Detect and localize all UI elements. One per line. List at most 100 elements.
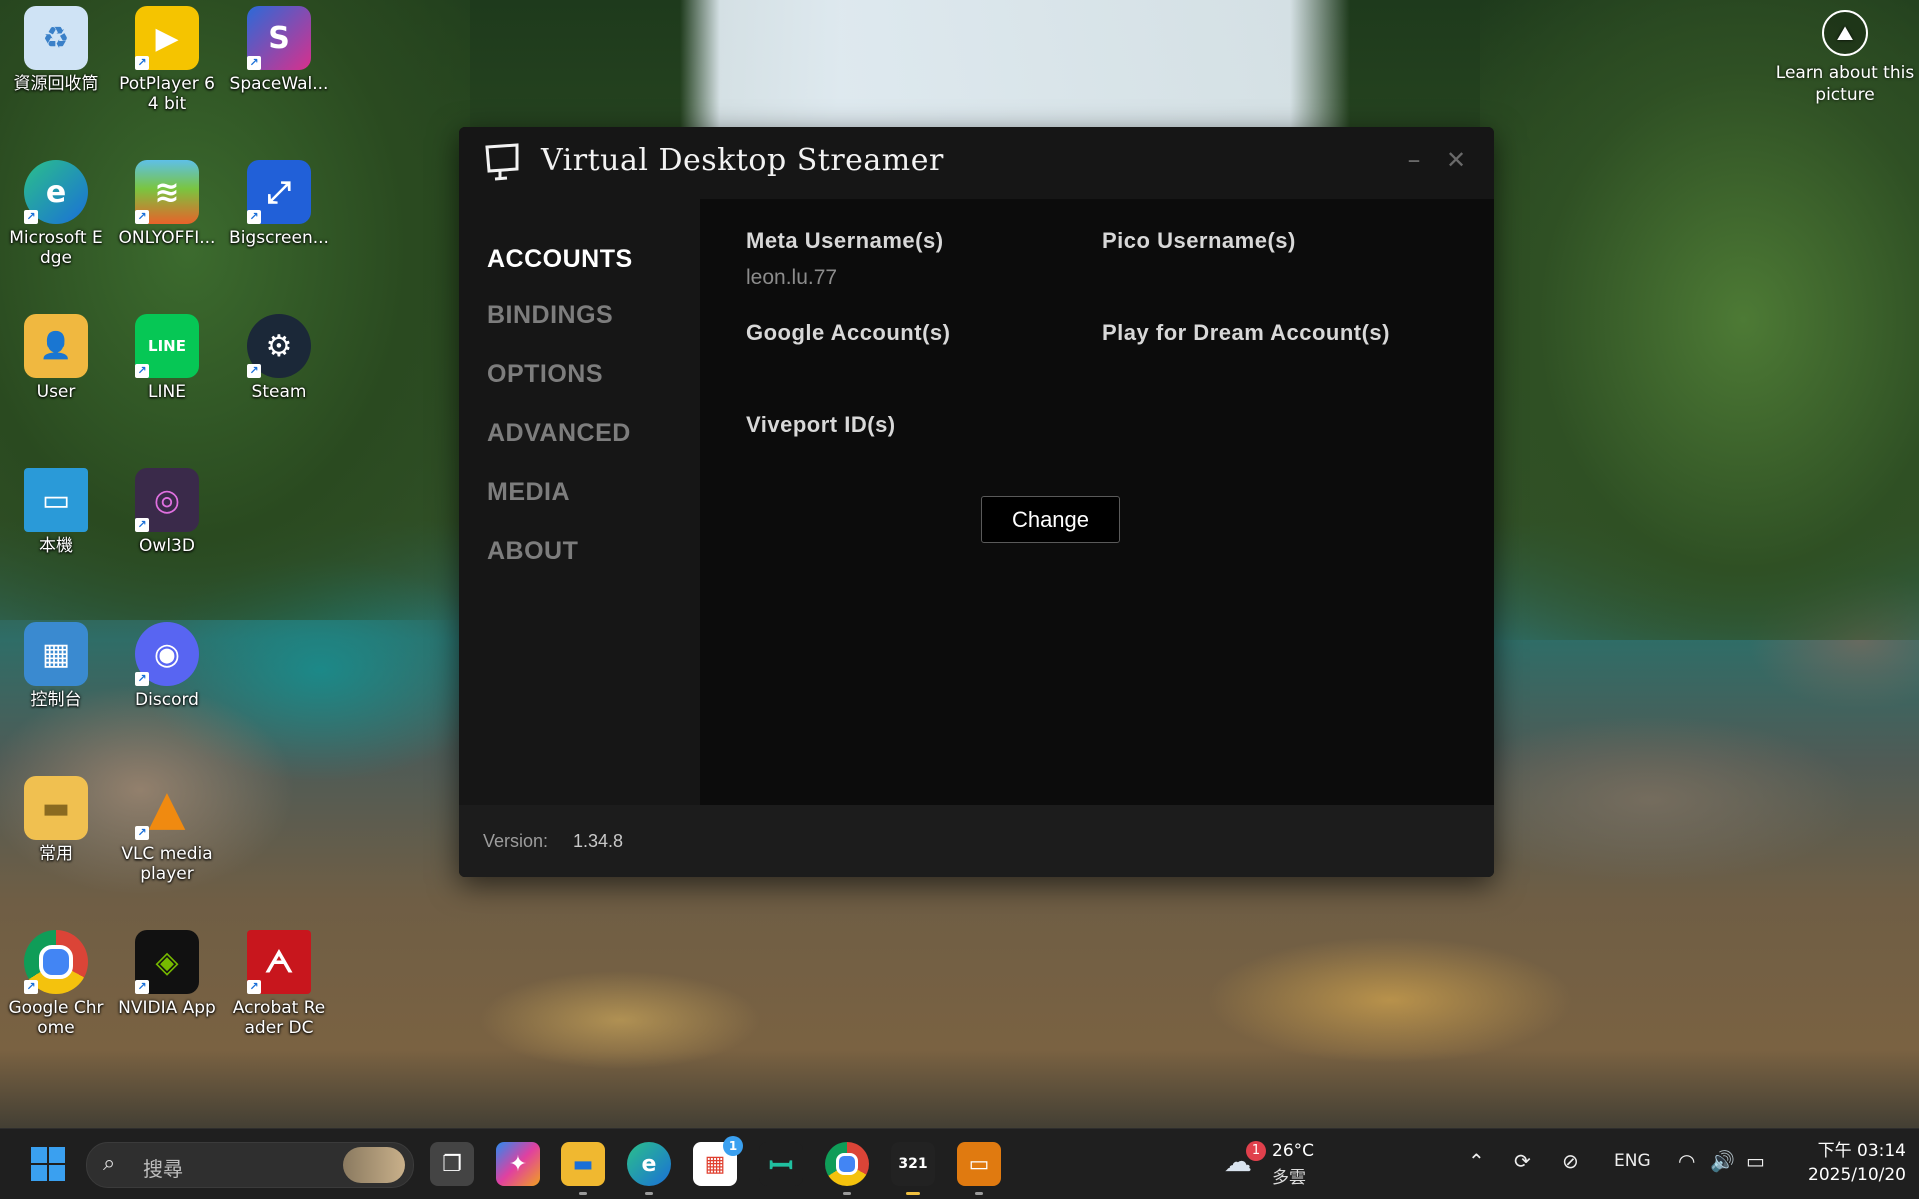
desktop: ♻ 資源回收筒 ▶ ↗ PotPlayer 64 bit S ↗ SpaceWal.…	[0, 0, 1919, 1199]
nav-item-accounts[interactable]: ACCOUNTS	[487, 245, 633, 274]
close-button[interactable]: ✕	[1441, 145, 1471, 175]
meta-username-label: Meta Username(s)	[746, 228, 944, 253]
weather-widget[interactable]: ☁ 1 26°C 多雲	[1224, 1139, 1344, 1189]
app-icon: ꟷ	[768, 1148, 794, 1184]
desktop-icon-potplayer[interactable]: ▶ ↗ PotPlayer 64 bit	[117, 6, 217, 114]
start-button[interactable]	[26, 1142, 70, 1186]
desktop-icon-label: 資源回收筒	[13, 74, 99, 94]
desktop-icon-onlyoffice[interactable]: ≋ ↗ ONLYOFFI...	[117, 160, 217, 248]
media-player-icon: 321	[898, 1156, 928, 1172]
search-highlight-icon	[343, 1147, 405, 1183]
desktop-icon-label: VLC media player	[121, 844, 213, 884]
discord-icon: ◉ ↗	[135, 622, 199, 686]
desktop-icon-vlc[interactable]: ▲ ↗ VLC media player	[117, 776, 217, 884]
learn-about-icon: ⛰	[1822, 10, 1868, 56]
onlyoffice-icon: ≋ ↗	[135, 160, 199, 224]
taskbar: ⌕ 搜尋 ❐ ✦ ▬ e ▦ 1 ꟷ 321 ▭ ☁ 1 26°C 多雲 ⌃ ⟳…	[0, 1128, 1919, 1199]
desktop-icon-label: PotPlayer 64 bit	[119, 74, 215, 114]
version-value: 1.34.8	[573, 831, 624, 851]
windows-logo-icon	[31, 1147, 65, 1181]
virtual-desktop-streamer-window: Virtual Desktop Streamer – ✕ ACCOUNTS BI…	[459, 127, 1494, 877]
control-panel-icon: ▦	[24, 622, 88, 686]
clock[interactable]: 下午 03:14 2025/10/20	[1796, 1139, 1906, 1187]
desktop-icon-this-pc[interactable]: ▭ 本機	[6, 468, 106, 556]
nav-item-about[interactable]: ABOUT	[487, 537, 578, 566]
cloud-off-icon[interactable]: ⊘	[1562, 1149, 1579, 1173]
folder-icon: ▬	[572, 1151, 594, 1177]
battery-icon[interactable]: ▭	[1746, 1149, 1765, 1173]
clock-date: 2025/10/20	[1808, 1165, 1906, 1185]
app-title: Virtual Desktop Streamer	[541, 143, 944, 178]
desktop-icon-chrome[interactable]: ↗ Google Chrome	[6, 930, 106, 1038]
language-indicator[interactable]: ENG	[1614, 1151, 1651, 1171]
spacewalker-icon: S ↗	[247, 6, 311, 70]
chrome-button[interactable]	[825, 1142, 869, 1195]
title-bar[interactable]: Virtual Desktop Streamer – ✕	[459, 127, 1494, 199]
viveport-id-label: Viveport ID(s)	[746, 412, 896, 437]
version-label: Version:	[483, 831, 549, 851]
nav-item-options[interactable]: OPTIONS	[487, 360, 603, 389]
desktop-icon-label: Microsoft Edge	[9, 228, 103, 268]
desktop-icon-discord[interactable]: ◉ ↗ Discord	[117, 622, 217, 710]
desktop-icon-label: NVIDIA App	[118, 998, 216, 1018]
desktop-icon-control-panel[interactable]: ▦ 控制台	[6, 622, 106, 710]
search-icon: ⌕	[103, 1151, 116, 1176]
desktop-icon-label: 本機	[39, 536, 73, 556]
weather-temperature: 26°C	[1272, 1141, 1315, 1161]
edge-icon: e	[641, 1151, 657, 1177]
meta-username-value: leon.lu.77	[746, 266, 838, 289]
edge-button[interactable]: e	[627, 1142, 671, 1195]
sync-icon[interactable]: ⟳	[1514, 1149, 1531, 1173]
desktop-icon-bigscreen[interactable]: ⤢ ↗ Bigscreen...	[229, 160, 329, 248]
show-hidden-icons-chevron-icon[interactable]: ⌃	[1468, 1149, 1485, 1173]
change-button[interactable]: Change	[981, 496, 1120, 543]
file-explorer-button[interactable]: ▬	[561, 1142, 605, 1195]
vlc-icon: ▲ ↗	[135, 776, 199, 840]
sidebar: ACCOUNTS BINDINGS OPTIONS ADVANCED MEDIA…	[459, 199, 700, 805]
desktop-icon-label: Google Chrome	[8, 998, 104, 1038]
task-view-button[interactable]: ❐	[430, 1142, 474, 1186]
copilot-icon: ✦	[508, 1151, 528, 1177]
desktop-icon-spacewalker[interactable]: S ↗ SpaceWal...	[229, 6, 329, 94]
wifi-icon[interactable]: ◠	[1678, 1149, 1695, 1173]
desktop-icon-label: SpaceWal...	[229, 74, 329, 94]
taskbar-search[interactable]: ⌕ 搜尋	[86, 1142, 414, 1188]
virtual-desktop-button[interactable]: ▭	[957, 1142, 1001, 1195]
task-view-icon: ❐	[442, 1151, 462, 1177]
media-player-button[interactable]: 321	[891, 1142, 935, 1195]
monitor-icon: ▭	[24, 468, 88, 532]
desktop-icon-nvidia[interactable]: ◈ ↗ NVIDIA App	[117, 930, 217, 1018]
desktop-icon-edge[interactable]: e ↗ Microsoft Edge	[6, 160, 106, 268]
desktop-icon-acrobat[interactable]: ᗅ ↗ Acrobat Reader DC	[229, 930, 329, 1038]
nav-item-advanced[interactable]: ADVANCED	[487, 419, 631, 448]
nav-item-bindings[interactable]: BINDINGS	[487, 301, 613, 330]
desktop-icon-steam[interactable]: ⚙ ↗ Steam	[229, 314, 329, 402]
app-button[interactable]: ꟷ	[759, 1142, 803, 1186]
learn-about-label: Learn about this picture	[1775, 63, 1915, 105]
footer: Version: 1.34.8	[459, 805, 1494, 877]
store-button[interactable]: ▦ 1	[693, 1136, 743, 1186]
desktop-icon-label: Bigscreen...	[229, 228, 329, 248]
desktop-icon-label: Discord	[135, 690, 199, 710]
desktop-icon-label: 控制台	[30, 690, 82, 710]
learn-about-picture[interactable]: ⛰ Learn about this picture	[1775, 10, 1915, 106]
google-account-label: Google Account(s)	[746, 320, 951, 345]
recycle-bin-icon: ♻	[24, 6, 88, 70]
desktop-icon-user[interactable]: 👤 User	[6, 314, 106, 402]
copilot-button[interactable]: ✦	[496, 1142, 540, 1186]
line-icon: LINE ↗	[135, 314, 199, 378]
nav-item-media[interactable]: MEDIA	[487, 478, 570, 507]
bigscreen-icon: ⤢ ↗	[247, 160, 311, 224]
nvidia-icon: ◈ ↗	[135, 930, 199, 994]
desktop-icon-line[interactable]: LINE ↗ LINE	[117, 314, 217, 402]
steam-icon: ⚙ ↗	[247, 314, 311, 378]
volume-icon[interactable]: 🔊	[1710, 1149, 1735, 1173]
desktop-icon-common-folder[interactable]: ▬ 常用	[6, 776, 106, 864]
desktop-icon-owl3d[interactable]: ◎ ↗ Owl3D	[117, 468, 217, 556]
desktop-icon-label: Steam	[251, 382, 307, 402]
store-icon: ▦	[704, 1151, 726, 1177]
desktop-icon-recycle-bin[interactable]: ♻ 資源回收筒	[6, 6, 106, 94]
minimize-button[interactable]: –	[1399, 145, 1429, 175]
weather-condition: 多雲	[1272, 1168, 1306, 1188]
monitor-icon: ▭	[968, 1151, 990, 1177]
